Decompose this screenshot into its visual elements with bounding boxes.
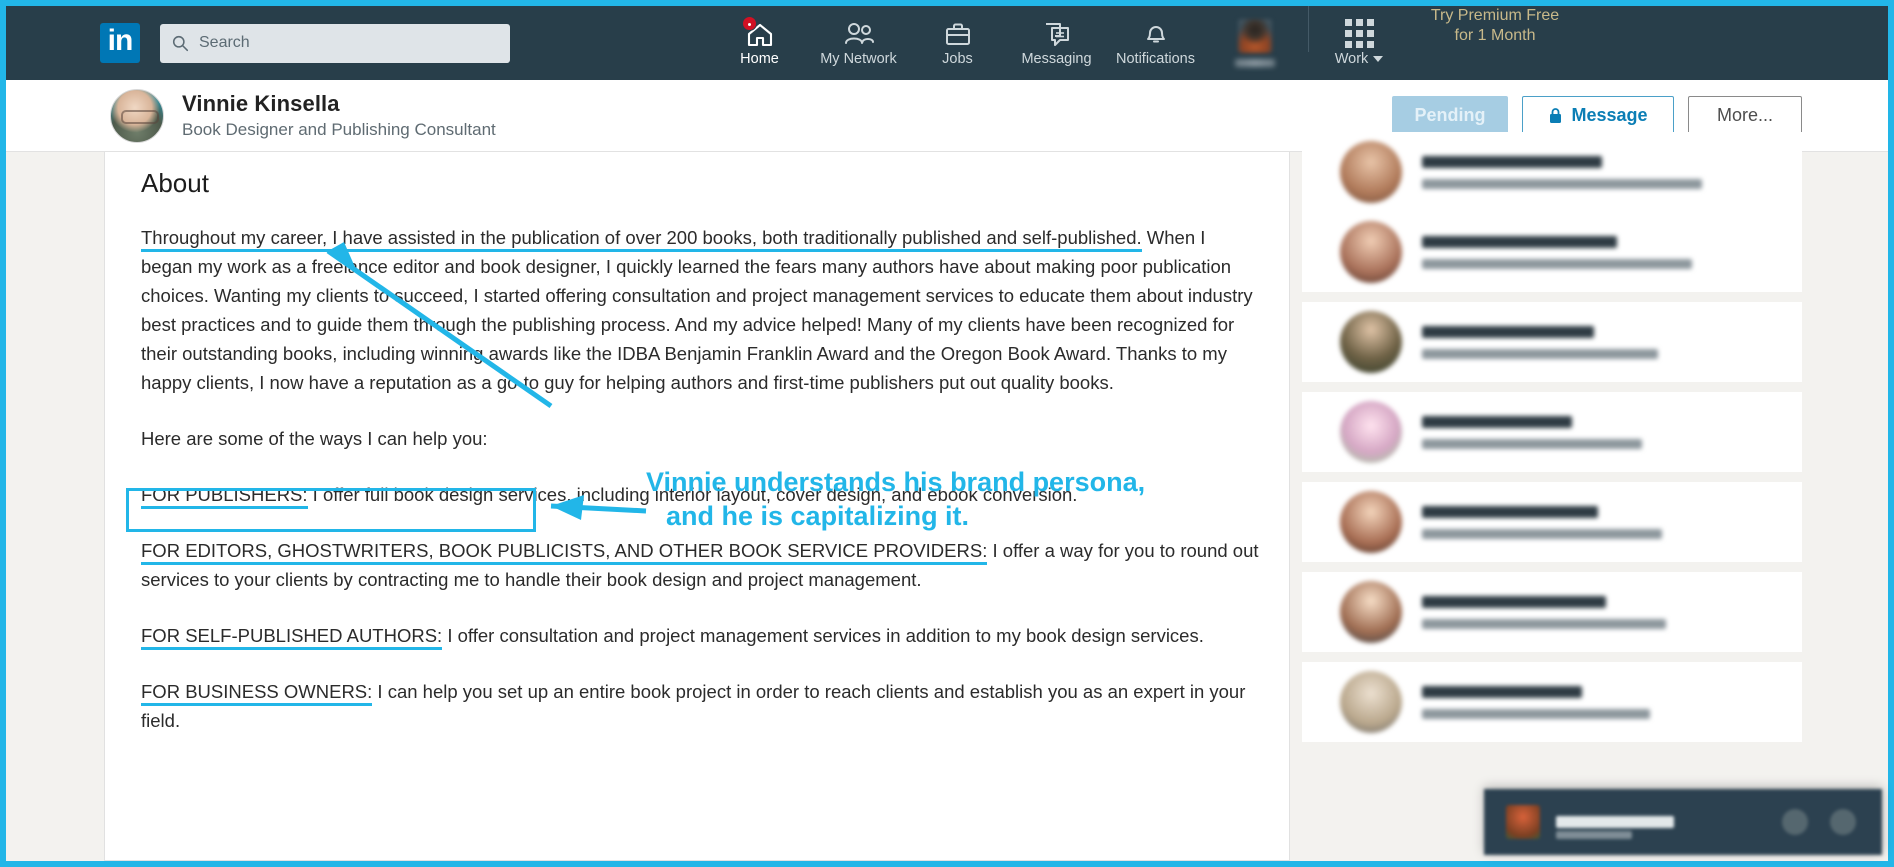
about-paragraph-1: Throughout my career, I have assisted in… xyxy=(141,223,1259,397)
list-item[interactable] xyxy=(1302,662,1802,742)
page-title: Vinnie Kinsella xyxy=(182,91,340,116)
section-heading: FOR EDITORS, GHOSTWRITERS, BOOK PUBLICIS… xyxy=(141,540,988,565)
briefcase-icon xyxy=(945,19,971,49)
message-button-label: Message xyxy=(1571,105,1648,125)
compose-icon[interactable] xyxy=(1782,809,1808,835)
about-paragraph-1-rest: When I began my work as a freelance edit… xyxy=(141,227,1253,393)
list-item[interactable] xyxy=(1302,392,1802,472)
avatar-icon xyxy=(1237,19,1272,53)
home-notification-badge xyxy=(741,16,757,31)
list-item[interactable] xyxy=(1302,482,1802,562)
speech-bubbles-icon xyxy=(1043,19,1071,49)
search-icon xyxy=(172,35,189,51)
browser-viewport: in Search Home My Network Jobs Messaging… xyxy=(0,0,1894,867)
annotation-callout-line-1: Vinnie understands his brand persona, xyxy=(646,467,1146,497)
linkedin-logo-icon[interactable]: in xyxy=(100,23,140,63)
nav-label-jobs: Jobs xyxy=(942,51,973,67)
about-section-business-owners: FOR BUSINESS OWNERS: I can help you set … xyxy=(141,677,1259,735)
message-button[interactable]: Message xyxy=(1522,95,1674,136)
profile-headline: Book Designer and Publishing Consultant xyxy=(182,120,496,139)
search-placeholder: Search xyxy=(199,34,250,51)
bell-icon xyxy=(1143,19,1169,49)
people-icon xyxy=(843,19,875,49)
nav-item-home[interactable]: Home xyxy=(710,6,809,80)
dock-subtitle-blurred xyxy=(1556,831,1632,839)
list-item[interactable] xyxy=(1302,572,1802,652)
list-item[interactable] xyxy=(1302,132,1802,212)
nav-item-jobs[interactable]: Jobs xyxy=(908,6,1007,80)
nav-item-my-network[interactable]: My Network xyxy=(809,6,908,80)
more-button[interactable]: More... xyxy=(1688,95,1802,136)
me-label-blurred xyxy=(1234,59,1275,67)
messaging-dock[interactable] xyxy=(1484,789,1882,855)
section-heading: FOR BUSINESS OWNERS: xyxy=(141,681,373,706)
nav-label-home: Home xyxy=(740,51,779,67)
list-item[interactable] xyxy=(1302,302,1802,382)
section-heading: FOR SELF-PUBLISHED AUTHORS: xyxy=(141,625,443,650)
try-premium-link[interactable]: Try Premium Free for 1 Month xyxy=(1415,6,1575,46)
home-icon xyxy=(741,16,775,49)
lock-icon xyxy=(1550,107,1562,123)
dock-title-blurred xyxy=(1556,816,1674,828)
nav-label-messaging: Messaging xyxy=(1021,51,1092,67)
about-section-editors: FOR EDITORS, GHOSTWRITERS, BOOK PUBLICIS… xyxy=(141,536,1259,594)
dock-avatar-icon xyxy=(1506,805,1540,839)
annotation-box-help-line xyxy=(126,488,536,532)
about-help-line: Here are some of the ways I can help you… xyxy=(141,424,1259,453)
search-input[interactable]: Search xyxy=(160,23,510,63)
highlight-200-books: Throughout my career, I have assisted in… xyxy=(141,227,1142,252)
nav-divider xyxy=(1308,6,1309,52)
about-help-line-text: Here are some of the ways I can help you… xyxy=(141,428,488,449)
work-menu[interactable]: Work xyxy=(1313,6,1405,80)
app-grid-icon xyxy=(1344,19,1374,48)
section-text: I offer consultation and project managem… xyxy=(442,625,1204,646)
nav-item-messaging[interactable]: Messaging xyxy=(1007,6,1106,80)
about-heading: About xyxy=(141,168,209,198)
chevron-down-icon xyxy=(1373,56,1384,62)
nav-items: Home My Network Jobs Messaging Notificat… xyxy=(710,6,1575,80)
premium-line-2: for 1 Month xyxy=(1454,27,1536,44)
people-also-viewed-panel xyxy=(1302,132,1888,861)
about-section-self-published: FOR SELF-PUBLISHED AUTHORS: I offer cons… xyxy=(141,621,1259,650)
profile-avatar[interactable] xyxy=(110,88,164,143)
me-menu[interactable] xyxy=(1205,6,1304,80)
annotation-callout-line-2: and he is capitalizing it. xyxy=(666,501,970,531)
chevron-up-icon[interactable] xyxy=(1830,809,1856,835)
nav-label-my-network: My Network xyxy=(820,51,897,67)
work-label: Work xyxy=(1334,51,1369,67)
profile-actions: Pending Message More... xyxy=(1392,95,1802,136)
nav-label-notifications: Notifications xyxy=(1116,51,1195,67)
linkedin-global-nav: in Search Home My Network Jobs Messaging… xyxy=(6,6,1888,80)
pending-button[interactable]: Pending xyxy=(1392,95,1508,136)
premium-line-1: Try Premium Free xyxy=(1430,7,1560,24)
list-item[interactable] xyxy=(1302,212,1802,292)
nav-item-notifications[interactable]: Notifications xyxy=(1106,6,1205,80)
